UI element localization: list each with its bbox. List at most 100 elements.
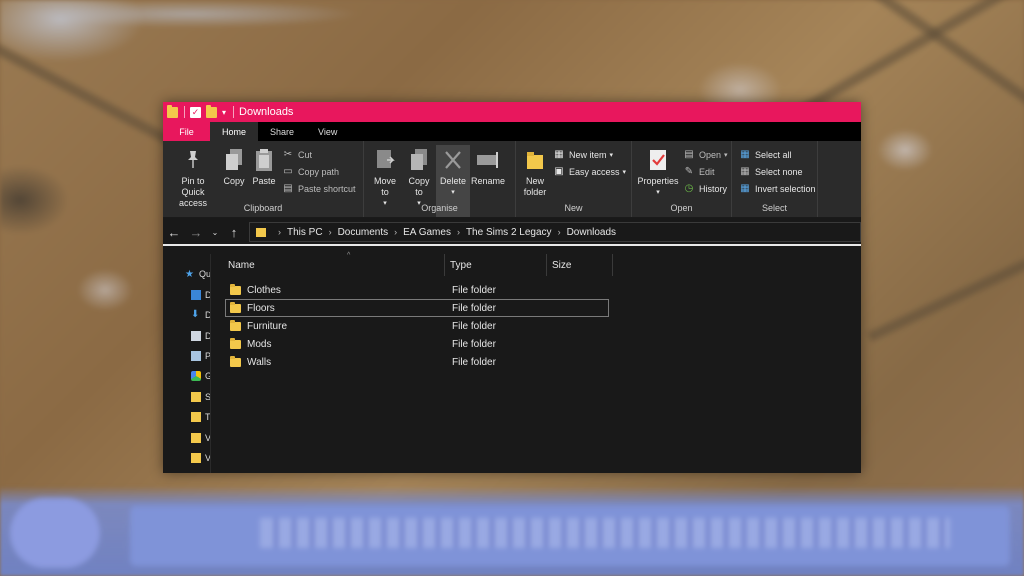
nav-folder[interactable]: S [191, 392, 210, 402]
chevron-down-icon: ▾ [724, 151, 728, 159]
column-header-size[interactable]: Size [547, 254, 613, 276]
folder-icon [256, 227, 266, 237]
tab-share[interactable]: Share [258, 122, 306, 141]
invert-selection-button[interactable]: ▦ Invert selection [736, 180, 819, 197]
select-none-label: Select none [755, 166, 803, 177]
paste-shortcut-label: Paste shortcut [298, 183, 356, 194]
chevron-down-icon: ▾ [656, 189, 660, 196]
open-icon: ▤ [684, 149, 694, 160]
select-all-button[interactable]: ▦ Select all [736, 146, 819, 163]
nav-folder[interactable]: V [191, 433, 210, 443]
nav-pictures[interactable]: P [191, 351, 210, 361]
table-row[interactable]: Walls File folder [225, 353, 609, 371]
table-row[interactable]: Clothes File folder [225, 281, 609, 299]
customize-quick-access-icon[interactable]: ▾ [222, 108, 226, 117]
breadcrumb[interactable]: › This PC › Documents › EA Games › The S… [249, 222, 861, 242]
copy-path-icon: ▭ [283, 166, 293, 177]
file-name: Clothes [247, 284, 281, 296]
chevron-right-icon[interactable]: › [558, 227, 561, 237]
properties-check-icon[interactable]: ✓ [190, 106, 201, 118]
clipboard-group-label: Clipboard [243, 203, 283, 213]
folder-icon [230, 319, 241, 331]
back-arrow-icon[interactable]: ← [163, 225, 185, 240]
breadcrumb-this-pc[interactable]: This PC [287, 227, 323, 238]
column-header-name[interactable]: Name [227, 254, 445, 276]
breadcrumb-documents[interactable]: Documents [338, 227, 389, 238]
up-arrow-icon[interactable]: ↑ [223, 225, 245, 240]
open-group: Properties ▾ ▤ Open ▾ ✎ Edit ◷ History Open [632, 141, 732, 217]
divider [184, 106, 185, 118]
game-control-bar [130, 506, 1010, 566]
move-to-icon [373, 147, 397, 173]
folder-icon [191, 433, 201, 443]
breadcrumb-downloads[interactable]: Downloads [567, 227, 616, 238]
table-row[interactable]: Furniture File folder [225, 317, 609, 335]
new-item-button[interactable]: ▦ New item ▾ [550, 146, 629, 163]
nav-label: Qu [199, 269, 211, 279]
paste-shortcut-button[interactable]: ▤ Paste shortcut [279, 180, 359, 197]
history-icon: ◷ [684, 183, 694, 194]
new-group-label: New [564, 203, 583, 213]
select-none-button[interactable]: ▦ Select none [736, 163, 819, 180]
nav-downloads[interactable]: ⬇ D [191, 310, 210, 321]
recent-locations-chevron-icon[interactable]: ⌄ [207, 228, 223, 237]
pictures-icon [191, 351, 201, 361]
breadcrumb-sims-2-legacy[interactable]: The Sims 2 Legacy [466, 227, 552, 238]
file-name: Walls [247, 356, 272, 368]
chevron-down-icon: ▾ [622, 168, 627, 176]
edit-icon: ✎ [684, 166, 694, 177]
copy-label: Copy [223, 176, 245, 186]
copy-path-button[interactable]: ▭ Copy path [279, 163, 359, 180]
chevron-right-icon[interactable]: › [394, 227, 397, 237]
desktop-icon [191, 290, 201, 300]
address-bar: ← → ⌄ ↑ › This PC › Documents › EA Games… [163, 220, 861, 246]
chevron-right-icon[interactable]: › [329, 227, 332, 237]
edit-button[interactable]: ✎ Edit [680, 163, 731, 180]
pin-icon [181, 147, 205, 173]
delete-x-icon [441, 147, 465, 173]
divider [233, 106, 235, 118]
nav-desktop[interactable]: D [191, 290, 210, 300]
history-button[interactable]: ◷ History [680, 180, 731, 197]
file-type: File folder [452, 338, 496, 350]
open-button[interactable]: ▤ Open ▾ [680, 146, 731, 163]
new-folder-quick-icon[interactable] [206, 104, 217, 118]
nav-quick-access[interactable]: ★ Qu [185, 269, 211, 280]
column-header-type[interactable]: Type [445, 254, 547, 276]
breadcrumb-ea-games[interactable]: EA Games [403, 227, 451, 238]
chevron-down-icon: ▾ [609, 151, 614, 159]
easy-access-icon: ▣ [554, 166, 564, 177]
open-group-label: Open [670, 203, 693, 213]
file-type: File folder [452, 356, 496, 368]
table-row[interactable]: Floors File folder [225, 299, 609, 317]
select-all-label: Select all [755, 149, 792, 160]
folder-icon [191, 453, 201, 463]
file-type: File folder [452, 284, 496, 296]
nav-google-drive[interactable]: G [191, 371, 210, 381]
select-group-label: Select [761, 203, 787, 213]
folder-icon [230, 355, 241, 367]
select-none-icon: ▦ [740, 166, 750, 177]
chevron-right-icon[interactable]: › [278, 227, 281, 237]
nav-documents[interactable]: D [191, 331, 210, 341]
nav-label: T [205, 412, 211, 422]
new-group: New folder ▦ New item ▾ ▣ Easy access ▾ New [516, 141, 632, 217]
table-row[interactable]: Mods File folder [225, 335, 609, 353]
new-folder-icon [523, 147, 547, 173]
nav-folder[interactable]: V [191, 453, 210, 463]
file-list: ^ Name Type Size Clothes File folder Flo… [211, 252, 861, 473]
chevron-right-icon[interactable]: › [457, 227, 460, 237]
forward-arrow-icon[interactable]: → [185, 225, 207, 240]
tab-home[interactable]: Home [210, 122, 259, 141]
cut-button[interactable]: ✂ Cut [279, 146, 359, 163]
new-folder-label: New folder [523, 176, 547, 197]
column-headers: ^ Name Type Size [227, 252, 861, 276]
google-drive-icon [191, 371, 201, 381]
easy-access-button[interactable]: ▣ Easy access ▾ [550, 163, 629, 180]
file-name: Furniture [247, 320, 288, 332]
move-to-label: Move to [373, 176, 396, 197]
nav-folder[interactable]: T [191, 412, 211, 422]
folder-icon [167, 104, 178, 118]
tab-view[interactable]: View [306, 122, 349, 141]
tab-file[interactable]: File [163, 122, 210, 141]
